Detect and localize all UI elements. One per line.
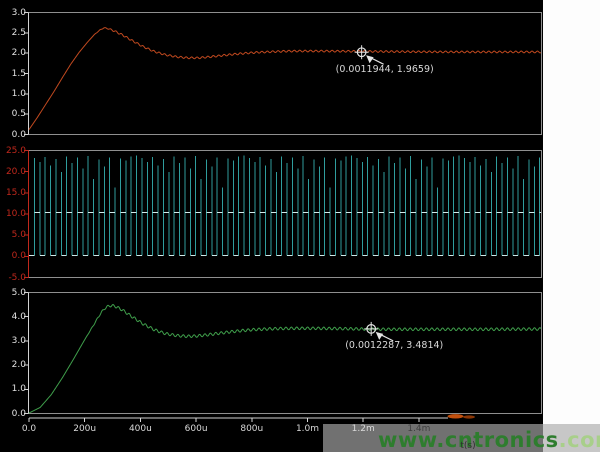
time-axis: [29, 414, 475, 422]
x-axis-title: t(s): [450, 441, 486, 451]
trace-vout-top: [29, 28, 541, 130]
cursor-readout-bottom: (0.0012287, 3.4814): [345, 340, 443, 351]
plot-frames: [24, 13, 542, 414]
watermark: www.cntronics.com: [378, 428, 600, 452]
waveform-viewer-window: 3.02.52.01.51.00.50.025.020.015.010.05.0…: [0, 0, 600, 452]
cursor-readout-top: (0.0011944, 1.9659): [336, 64, 434, 75]
watermark-suffix-text: .com: [559, 428, 600, 452]
plot-frame: [29, 293, 542, 414]
trace-vout-bottom: [29, 305, 541, 413]
waveform-canvas: [0, 0, 600, 452]
axis-smudge-icon: [463, 415, 475, 418]
waveform-traces: [29, 28, 541, 413]
trace-switch-spikes: [34, 156, 539, 256]
axis-smudge-icon: [448, 414, 464, 418]
plot-frame: [29, 13, 542, 135]
cursor-markers[interactable]: [355, 45, 394, 341]
